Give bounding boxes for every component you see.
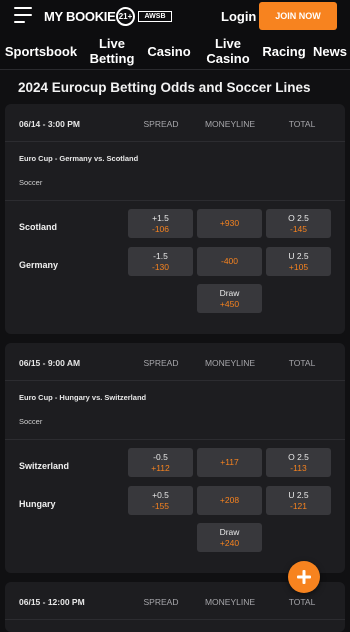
- column-moneyline: MONEYLINE: [204, 119, 256, 129]
- column-moneyline: MONEYLINE: [204, 358, 256, 368]
- game-time: 06/15 - 9:00 AM: [19, 358, 81, 368]
- game-sport: Soccer: [19, 417, 43, 426]
- mybookie-logo[interactable]: MY BOOKIE: [44, 9, 116, 24]
- game-time: 06/15 - 12:00 PM: [19, 597, 85, 607]
- total-odds-button[interactable]: U 2.5 +105: [266, 247, 331, 276]
- hamburger-menu-icon[interactable]: [14, 7, 32, 23]
- main-nav: Sportsbook Live Betting Casino Live Casi…: [0, 32, 350, 70]
- moneyline-odds-button[interactable]: +208: [197, 486, 262, 515]
- total-odds-button[interactable]: O 2.5 -145: [266, 209, 331, 238]
- total-odds-button[interactable]: U 2.5 -121: [266, 486, 331, 515]
- moneyline-price: +208: [219, 495, 240, 505]
- top-bar: MY BOOKIE 21+ AWSB Login JOIN NOW: [0, 0, 350, 32]
- game-sport: Soccer: [19, 178, 43, 187]
- spread-line: +1.5: [152, 212, 169, 223]
- draw-odds-button[interactable]: Draw +240: [197, 523, 262, 552]
- spread-price: +112: [151, 462, 170, 473]
- draw-price: +240: [219, 537, 240, 548]
- nav-racing[interactable]: Racing: [260, 32, 308, 70]
- column-total: TOTAL: [288, 597, 316, 607]
- login-link[interactable]: Login: [221, 9, 256, 24]
- total-odds-button[interactable]: O 2.5 -113: [266, 448, 331, 477]
- game-league[interactable]: Euro Cup - Germany vs. Scotland: [19, 154, 138, 163]
- awsb-badge: AWSB: [138, 11, 172, 22]
- game-card-header: 06/14 - 3:00 PM SPREAD MONEYLINE TOTAL: [5, 104, 345, 142]
- spread-line: -1.5: [153, 250, 168, 261]
- nav-sportsbook[interactable]: Sportsbook: [4, 32, 78, 70]
- game-card: 06/14 - 3:00 PM SPREAD MONEYLINE TOTAL E…: [5, 104, 345, 334]
- age-21-badge: 21+: [116, 7, 135, 26]
- moneyline-odds-button[interactable]: +930: [197, 209, 262, 238]
- total-price: +105: [288, 261, 309, 272]
- moneyline-price: +930: [219, 218, 240, 228]
- team-name: Scotland: [19, 222, 58, 232]
- total-line: O 2.5: [288, 451, 309, 462]
- spread-price: -130: [151, 261, 169, 272]
- nav-news[interactable]: News: [312, 32, 348, 70]
- column-spread: SPREAD: [143, 358, 179, 368]
- nav-live-casino[interactable]: Live Casino: [203, 32, 253, 70]
- game-league[interactable]: Euro Cup - Hungary vs. Switzerland: [19, 393, 146, 402]
- nav-casino[interactable]: Casino: [144, 32, 194, 70]
- team-name: Switzerland: [19, 461, 70, 471]
- game-time: 06/14 - 3:00 PM: [19, 119, 80, 129]
- total-line: O 2.5: [288, 212, 309, 223]
- nav-live-betting[interactable]: Live Betting: [86, 32, 138, 70]
- spread-odds-button[interactable]: -0.5 +112: [128, 448, 193, 477]
- column-total: TOTAL: [288, 119, 316, 129]
- page-title: 2024 Eurocup Betting Odds and Soccer Lin…: [18, 80, 311, 95]
- column-moneyline: MONEYLINE: [204, 597, 256, 607]
- total-price: -113: [290, 462, 307, 473]
- spread-line: +0.5: [152, 489, 169, 500]
- moneyline-price: -400: [220, 256, 238, 266]
- team-name: Germany: [19, 260, 59, 270]
- game-card: 06/15 - 9:00 AM SPREAD MONEYLINE TOTAL E…: [5, 343, 345, 573]
- draw-price: +450: [219, 298, 240, 309]
- spread-odds-button[interactable]: +0.5 -155: [128, 486, 193, 515]
- add-bet-button[interactable]: [288, 561, 320, 593]
- spread-odds-button[interactable]: +1.5 -106: [128, 209, 193, 238]
- moneyline-odds-button[interactable]: -400: [197, 247, 262, 276]
- column-total: TOTAL: [288, 358, 316, 368]
- moneyline-odds-button[interactable]: +117: [197, 448, 262, 477]
- divider: [5, 200, 345, 201]
- divider: [5, 439, 345, 440]
- column-spread: SPREAD: [143, 119, 179, 129]
- spread-price: -155: [151, 500, 169, 511]
- total-price: -145: [289, 223, 307, 234]
- game-card-header: 06/15 - 9:00 AM SPREAD MONEYLINE TOTAL: [5, 343, 345, 381]
- total-line: U 2.5: [288, 489, 309, 500]
- spread-line: -0.5: [153, 451, 168, 462]
- draw-odds-button[interactable]: Draw +450: [197, 284, 262, 313]
- spread-odds-button[interactable]: -1.5 -130: [128, 247, 193, 276]
- join-now-button[interactable]: JOIN NOW: [259, 2, 337, 30]
- total-line: U 2.5: [288, 250, 309, 261]
- draw-label: Draw: [219, 287, 240, 298]
- moneyline-price: +117: [220, 457, 239, 467]
- team-name: Hungary: [19, 499, 56, 509]
- plus-icon: [297, 570, 311, 584]
- column-spread: SPREAD: [143, 597, 179, 607]
- spread-price: -106: [151, 223, 169, 234]
- draw-label: Draw: [219, 526, 240, 537]
- total-price: -121: [289, 500, 307, 511]
